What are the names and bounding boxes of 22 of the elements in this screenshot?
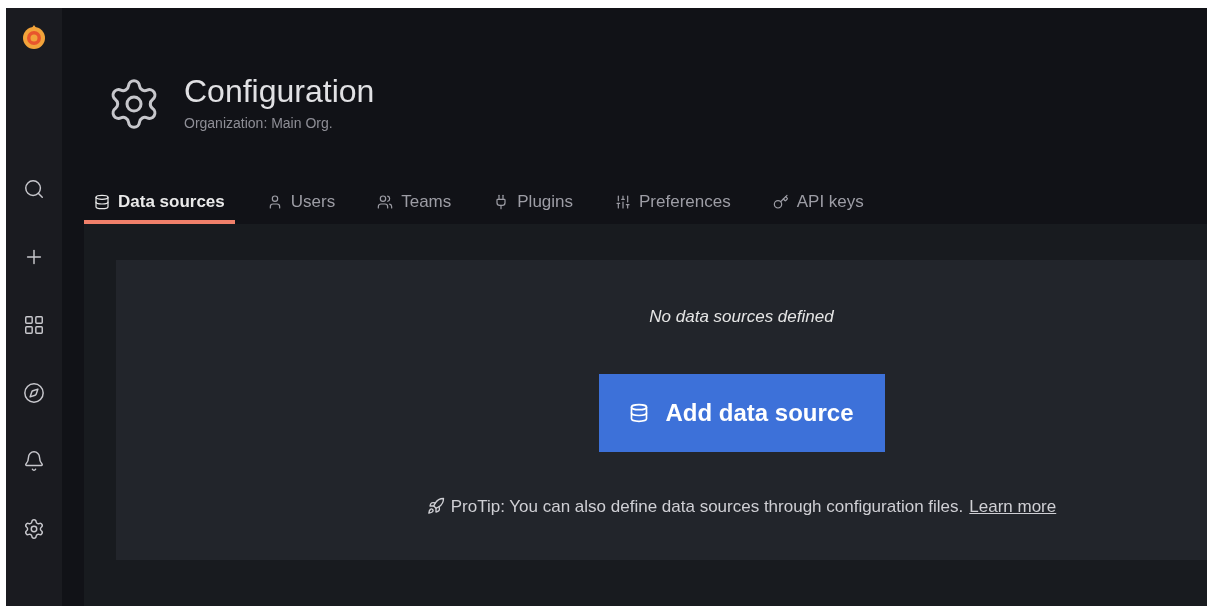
search-icon[interactable]	[23, 178, 45, 200]
tab[interactable]: API keys	[762, 184, 874, 224]
bell-icon[interactable]	[23, 450, 45, 472]
tab[interactable]: Users	[256, 184, 346, 224]
database-icon	[629, 402, 650, 423]
tab[interactable]: Plugins	[483, 184, 584, 224]
tab[interactable]: Preferences	[605, 184, 741, 224]
add-data-source-button[interactable]: Add data source	[598, 373, 885, 452]
rocket-icon	[426, 497, 445, 516]
key-icon	[772, 194, 789, 210]
page-title: Configuration	[184, 74, 375, 107]
database-icon	[94, 194, 110, 210]
compass-icon[interactable]	[23, 382, 45, 404]
settings-icon[interactable]	[23, 518, 45, 540]
users-icon	[377, 194, 394, 210]
learn-more-link[interactable]: Learn more	[969, 493, 1057, 519]
grid-icon[interactable]	[23, 314, 45, 336]
page-subtitle: Organization: Main Org.	[184, 113, 334, 133]
tab[interactable]: Teams	[367, 184, 462, 224]
empty-message: No data sources defined	[649, 306, 834, 328]
protip-text: ProTip: You can also define data sources through configuration files.	[450, 495, 964, 518]
sliders-icon	[615, 194, 632, 210]
